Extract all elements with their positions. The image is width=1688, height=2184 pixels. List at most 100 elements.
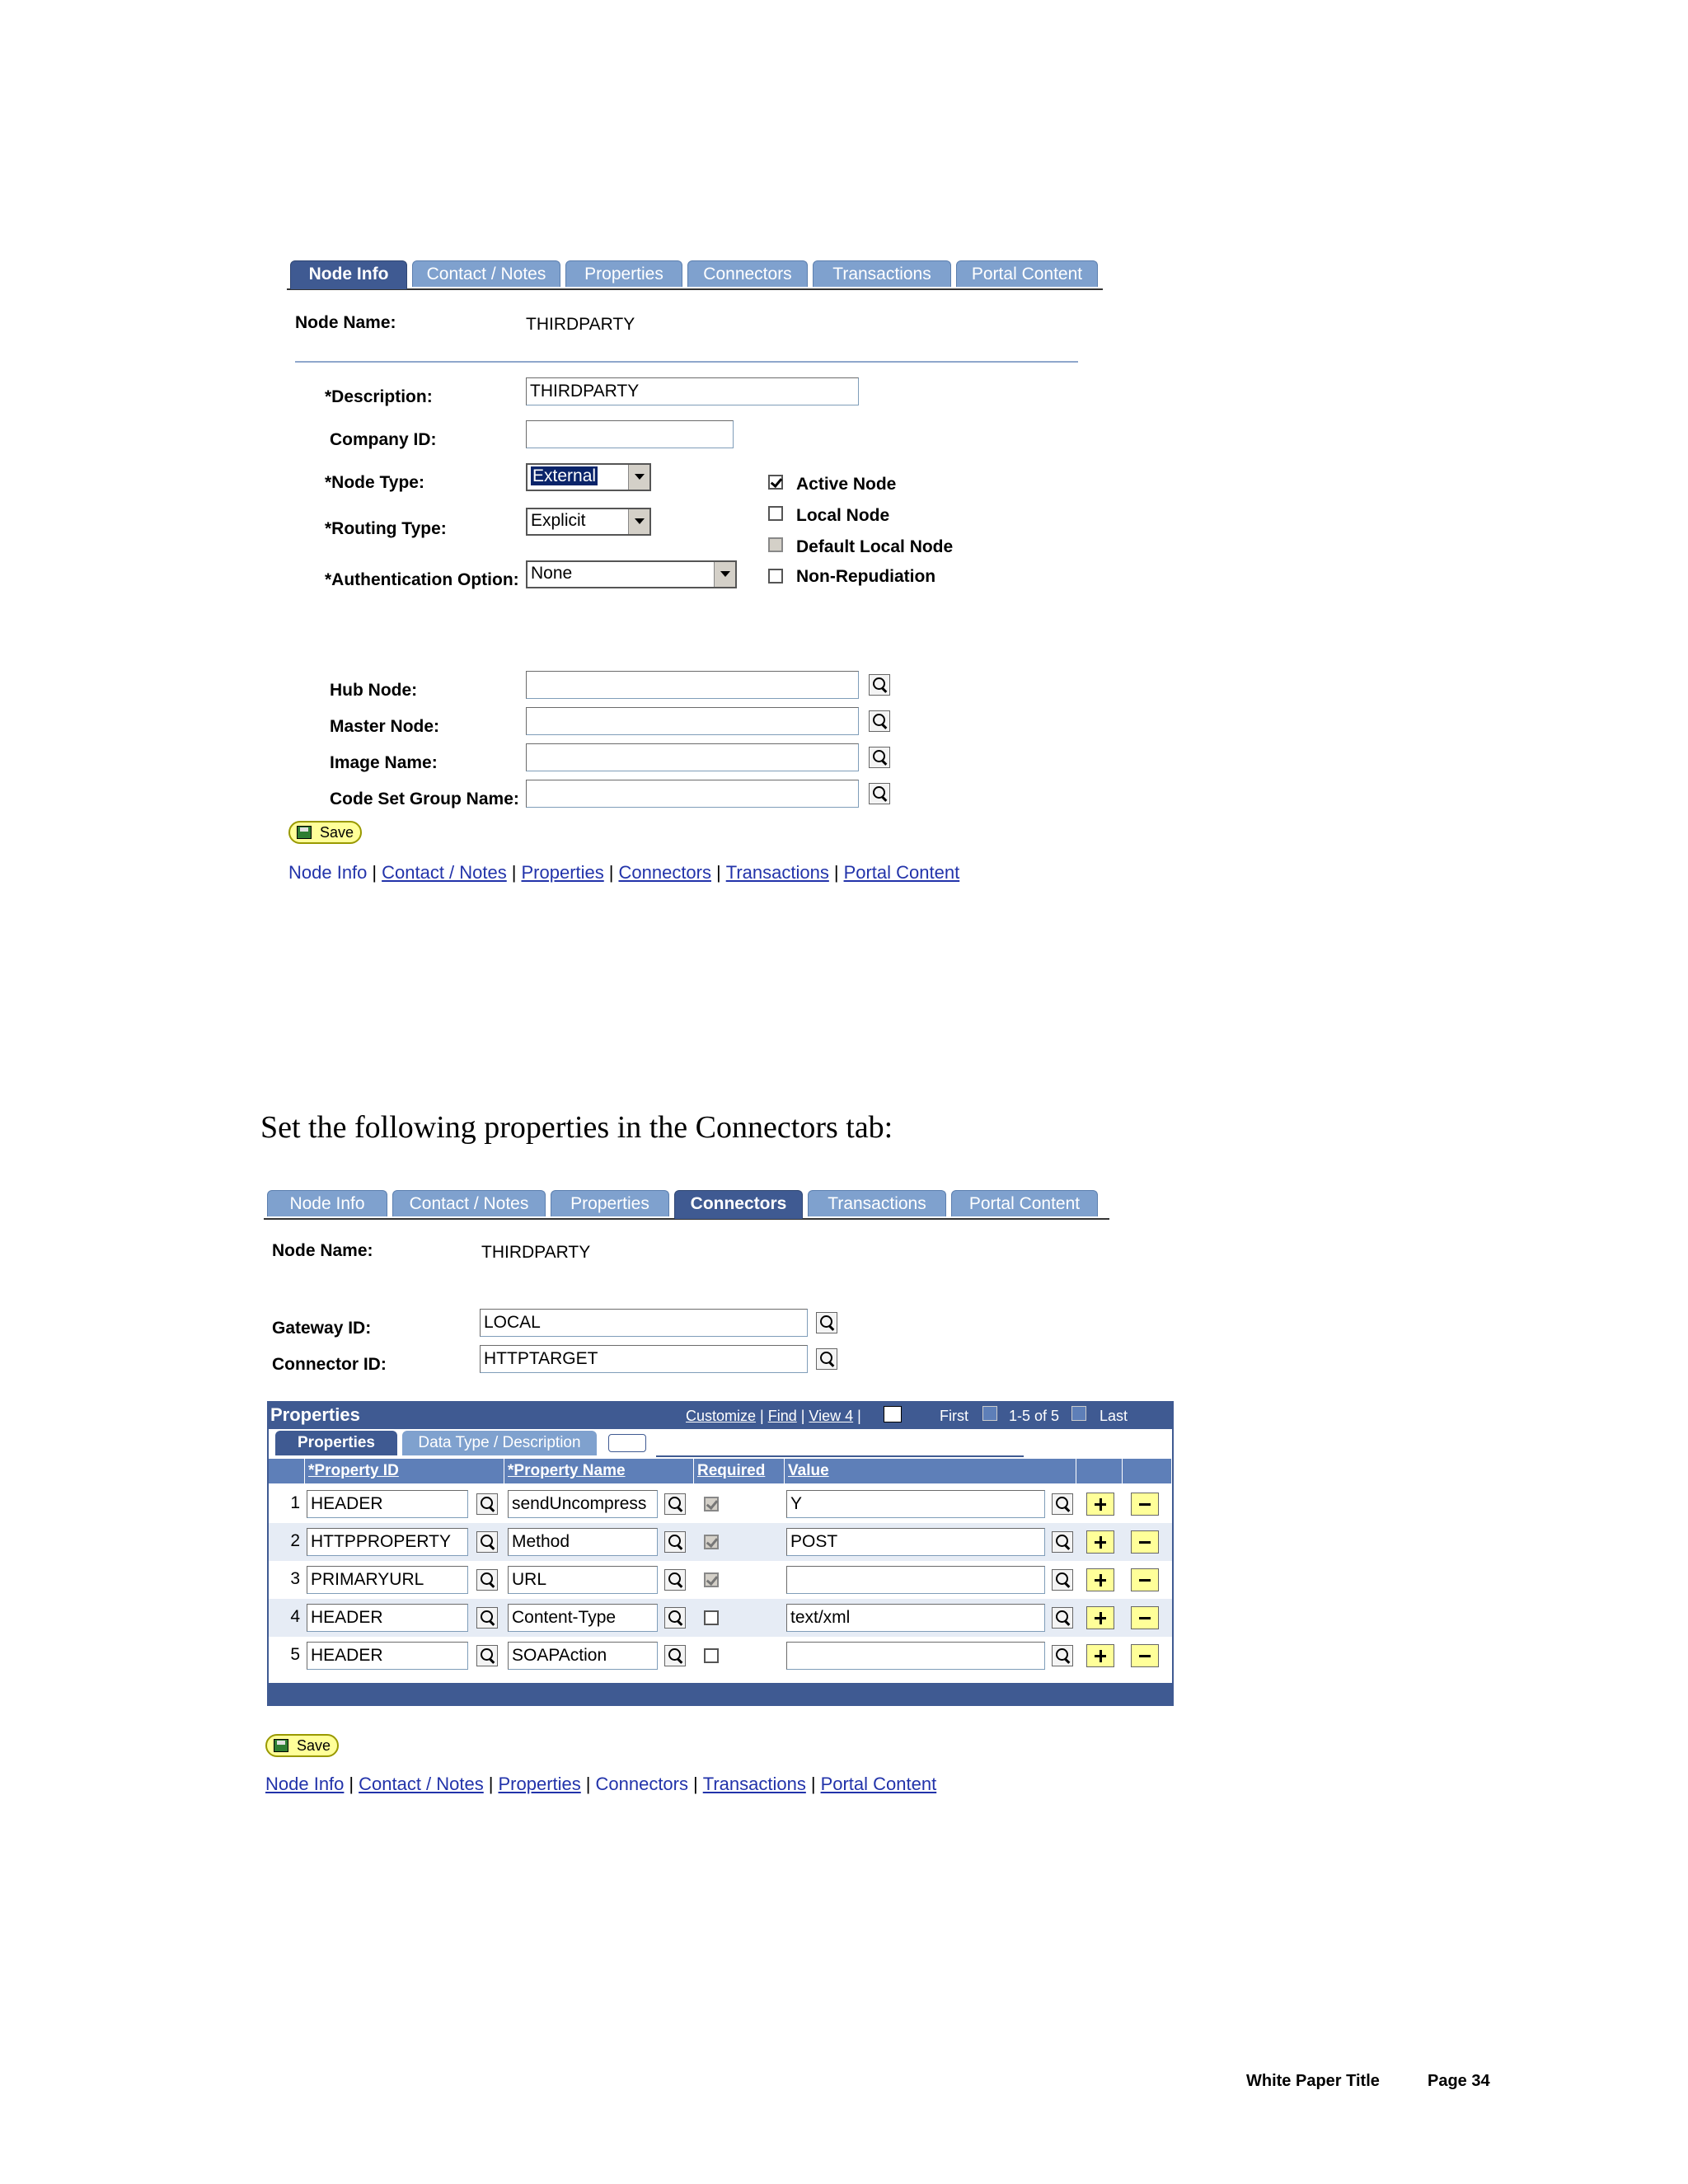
find-link[interactable]: Find bbox=[768, 1408, 797, 1424]
routing-type-select[interactable]: Explicit bbox=[526, 508, 651, 536]
search-icon[interactable] bbox=[476, 1607, 498, 1629]
prev-arrow-icon[interactable] bbox=[982, 1406, 997, 1421]
search-icon[interactable] bbox=[664, 1569, 686, 1591]
link-node-info[interactable]: Node Info bbox=[265, 1774, 344, 1794]
value-input[interactable]: text/xml bbox=[786, 1604, 1045, 1632]
property-name-input[interactable]: sendUncompress bbox=[508, 1490, 658, 1518]
link-transactions[interactable]: Transactions bbox=[726, 862, 829, 883]
property-name-input[interactable]: URL bbox=[508, 1566, 658, 1594]
search-icon[interactable] bbox=[816, 1312, 837, 1333]
chevron-down-icon[interactable] bbox=[628, 509, 649, 534]
search-icon[interactable] bbox=[869, 783, 890, 804]
subtab-data-type[interactable]: Data Type / Description bbox=[402, 1431, 597, 1455]
tab-portal-content[interactable]: Portal Content bbox=[951, 1190, 1098, 1216]
search-icon[interactable] bbox=[664, 1645, 686, 1666]
link-portal-content[interactable]: Portal Content bbox=[821, 1774, 937, 1794]
property-id-input[interactable]: HEADER bbox=[307, 1490, 468, 1518]
connector-id-input[interactable]: HTTPTARGET bbox=[480, 1345, 808, 1373]
col-required[interactable]: Required bbox=[694, 1459, 785, 1483]
node-type-select[interactable]: External bbox=[526, 463, 651, 491]
value-input[interactable]: Y bbox=[786, 1490, 1045, 1518]
save-button[interactable]: Save bbox=[288, 821, 363, 844]
property-name-input[interactable]: SOAPAction bbox=[508, 1642, 658, 1670]
col-property-name[interactable]: *Property Name bbox=[504, 1459, 694, 1483]
search-icon[interactable] bbox=[869, 747, 890, 768]
property-id-input[interactable]: HTTPPROPERTY bbox=[307, 1528, 468, 1556]
link-contact-notes[interactable]: Contact / Notes bbox=[359, 1774, 484, 1794]
link-properties[interactable]: Properties bbox=[498, 1774, 580, 1794]
required-checkbox[interactable] bbox=[704, 1648, 719, 1663]
link-connectors[interactable]: Connectors bbox=[618, 862, 711, 883]
tab-contact-notes[interactable]: Contact / Notes bbox=[412, 260, 560, 287]
auth-option-select[interactable]: None bbox=[526, 560, 737, 588]
search-icon[interactable] bbox=[869, 674, 890, 696]
tab-node-info[interactable]: Node Info bbox=[290, 260, 407, 289]
property-id-input[interactable]: PRIMARYURL bbox=[307, 1566, 468, 1594]
active-node-checkbox[interactable] bbox=[768, 475, 783, 490]
subtab-properties[interactable]: Properties bbox=[275, 1431, 397, 1455]
download-grid-icon[interactable] bbox=[884, 1406, 902, 1422]
master-node-input[interactable] bbox=[526, 707, 859, 735]
add-row-button[interactable] bbox=[1086, 1644, 1114, 1667]
add-row-button[interactable] bbox=[1086, 1606, 1114, 1629]
tab-node-info[interactable]: Node Info bbox=[267, 1190, 387, 1216]
delete-row-button[interactable] bbox=[1131, 1606, 1159, 1629]
link-portal-content[interactable]: Portal Content bbox=[844, 862, 960, 883]
tab-properties[interactable]: Properties bbox=[565, 260, 682, 287]
search-icon[interactable] bbox=[1052, 1569, 1073, 1591]
delete-row-button[interactable] bbox=[1131, 1568, 1159, 1591]
search-icon[interactable] bbox=[1052, 1607, 1073, 1629]
non-repudiation-checkbox[interactable] bbox=[768, 569, 783, 583]
code-set-input[interactable] bbox=[526, 780, 859, 808]
search-icon[interactable] bbox=[869, 710, 890, 732]
gateway-id-input[interactable]: LOCAL bbox=[480, 1309, 808, 1337]
local-node-checkbox[interactable] bbox=[768, 506, 783, 521]
view-all-link[interactable]: View 4 bbox=[809, 1408, 853, 1424]
link-transactions[interactable]: Transactions bbox=[703, 1774, 806, 1794]
add-row-button[interactable] bbox=[1086, 1568, 1114, 1591]
property-id-input[interactable]: HEADER bbox=[307, 1642, 468, 1670]
tab-properties[interactable]: Properties bbox=[551, 1190, 669, 1216]
add-row-button[interactable] bbox=[1086, 1493, 1114, 1516]
required-checkbox[interactable] bbox=[704, 1610, 719, 1625]
delete-row-button[interactable] bbox=[1131, 1530, 1159, 1554]
property-id-input[interactable]: HEADER bbox=[307, 1604, 468, 1632]
tab-connectors[interactable]: Connectors bbox=[687, 260, 808, 287]
col-property-id[interactable]: *Property ID bbox=[305, 1459, 504, 1483]
chevron-down-icon[interactable] bbox=[714, 562, 735, 587]
search-icon[interactable] bbox=[1052, 1531, 1073, 1553]
search-icon[interactable] bbox=[664, 1531, 686, 1553]
search-icon[interactable] bbox=[664, 1607, 686, 1629]
value-input[interactable] bbox=[786, 1566, 1045, 1594]
link-properties[interactable]: Properties bbox=[521, 862, 603, 883]
tab-transactions[interactable]: Transactions bbox=[813, 260, 951, 287]
customize-link[interactable]: Customize bbox=[686, 1408, 756, 1424]
search-icon[interactable] bbox=[664, 1493, 686, 1515]
search-icon[interactable] bbox=[816, 1348, 837, 1370]
tab-contact-notes[interactable]: Contact / Notes bbox=[392, 1190, 546, 1216]
search-icon[interactable] bbox=[476, 1645, 498, 1666]
show-all-columns-icon[interactable] bbox=[608, 1434, 646, 1452]
value-input[interactable]: POST bbox=[786, 1528, 1045, 1556]
chevron-down-icon[interactable] bbox=[628, 465, 649, 490]
search-icon[interactable] bbox=[1052, 1645, 1073, 1666]
hub-node-input[interactable] bbox=[526, 671, 859, 699]
tab-connectors[interactable]: Connectors bbox=[674, 1190, 803, 1219]
delete-row-button[interactable] bbox=[1131, 1644, 1159, 1667]
property-name-input[interactable]: Method bbox=[508, 1528, 658, 1556]
value-input[interactable] bbox=[786, 1642, 1045, 1670]
col-value[interactable]: Value bbox=[785, 1459, 1076, 1483]
search-icon[interactable] bbox=[476, 1531, 498, 1553]
company-id-input[interactable] bbox=[526, 420, 734, 448]
search-icon[interactable] bbox=[476, 1493, 498, 1515]
property-name-input[interactable]: Content-Type bbox=[508, 1604, 658, 1632]
tab-portal-content[interactable]: Portal Content bbox=[956, 260, 1098, 287]
add-row-button[interactable] bbox=[1086, 1530, 1114, 1554]
description-input[interactable]: THIRDPARTY bbox=[526, 377, 859, 405]
link-contact-notes[interactable]: Contact / Notes bbox=[382, 862, 507, 883]
image-name-input[interactable] bbox=[526, 743, 859, 771]
search-icon[interactable] bbox=[1052, 1493, 1073, 1515]
search-icon[interactable] bbox=[476, 1569, 498, 1591]
save-button[interactable]: Save bbox=[265, 1734, 340, 1757]
tab-transactions[interactable]: Transactions bbox=[808, 1190, 946, 1216]
